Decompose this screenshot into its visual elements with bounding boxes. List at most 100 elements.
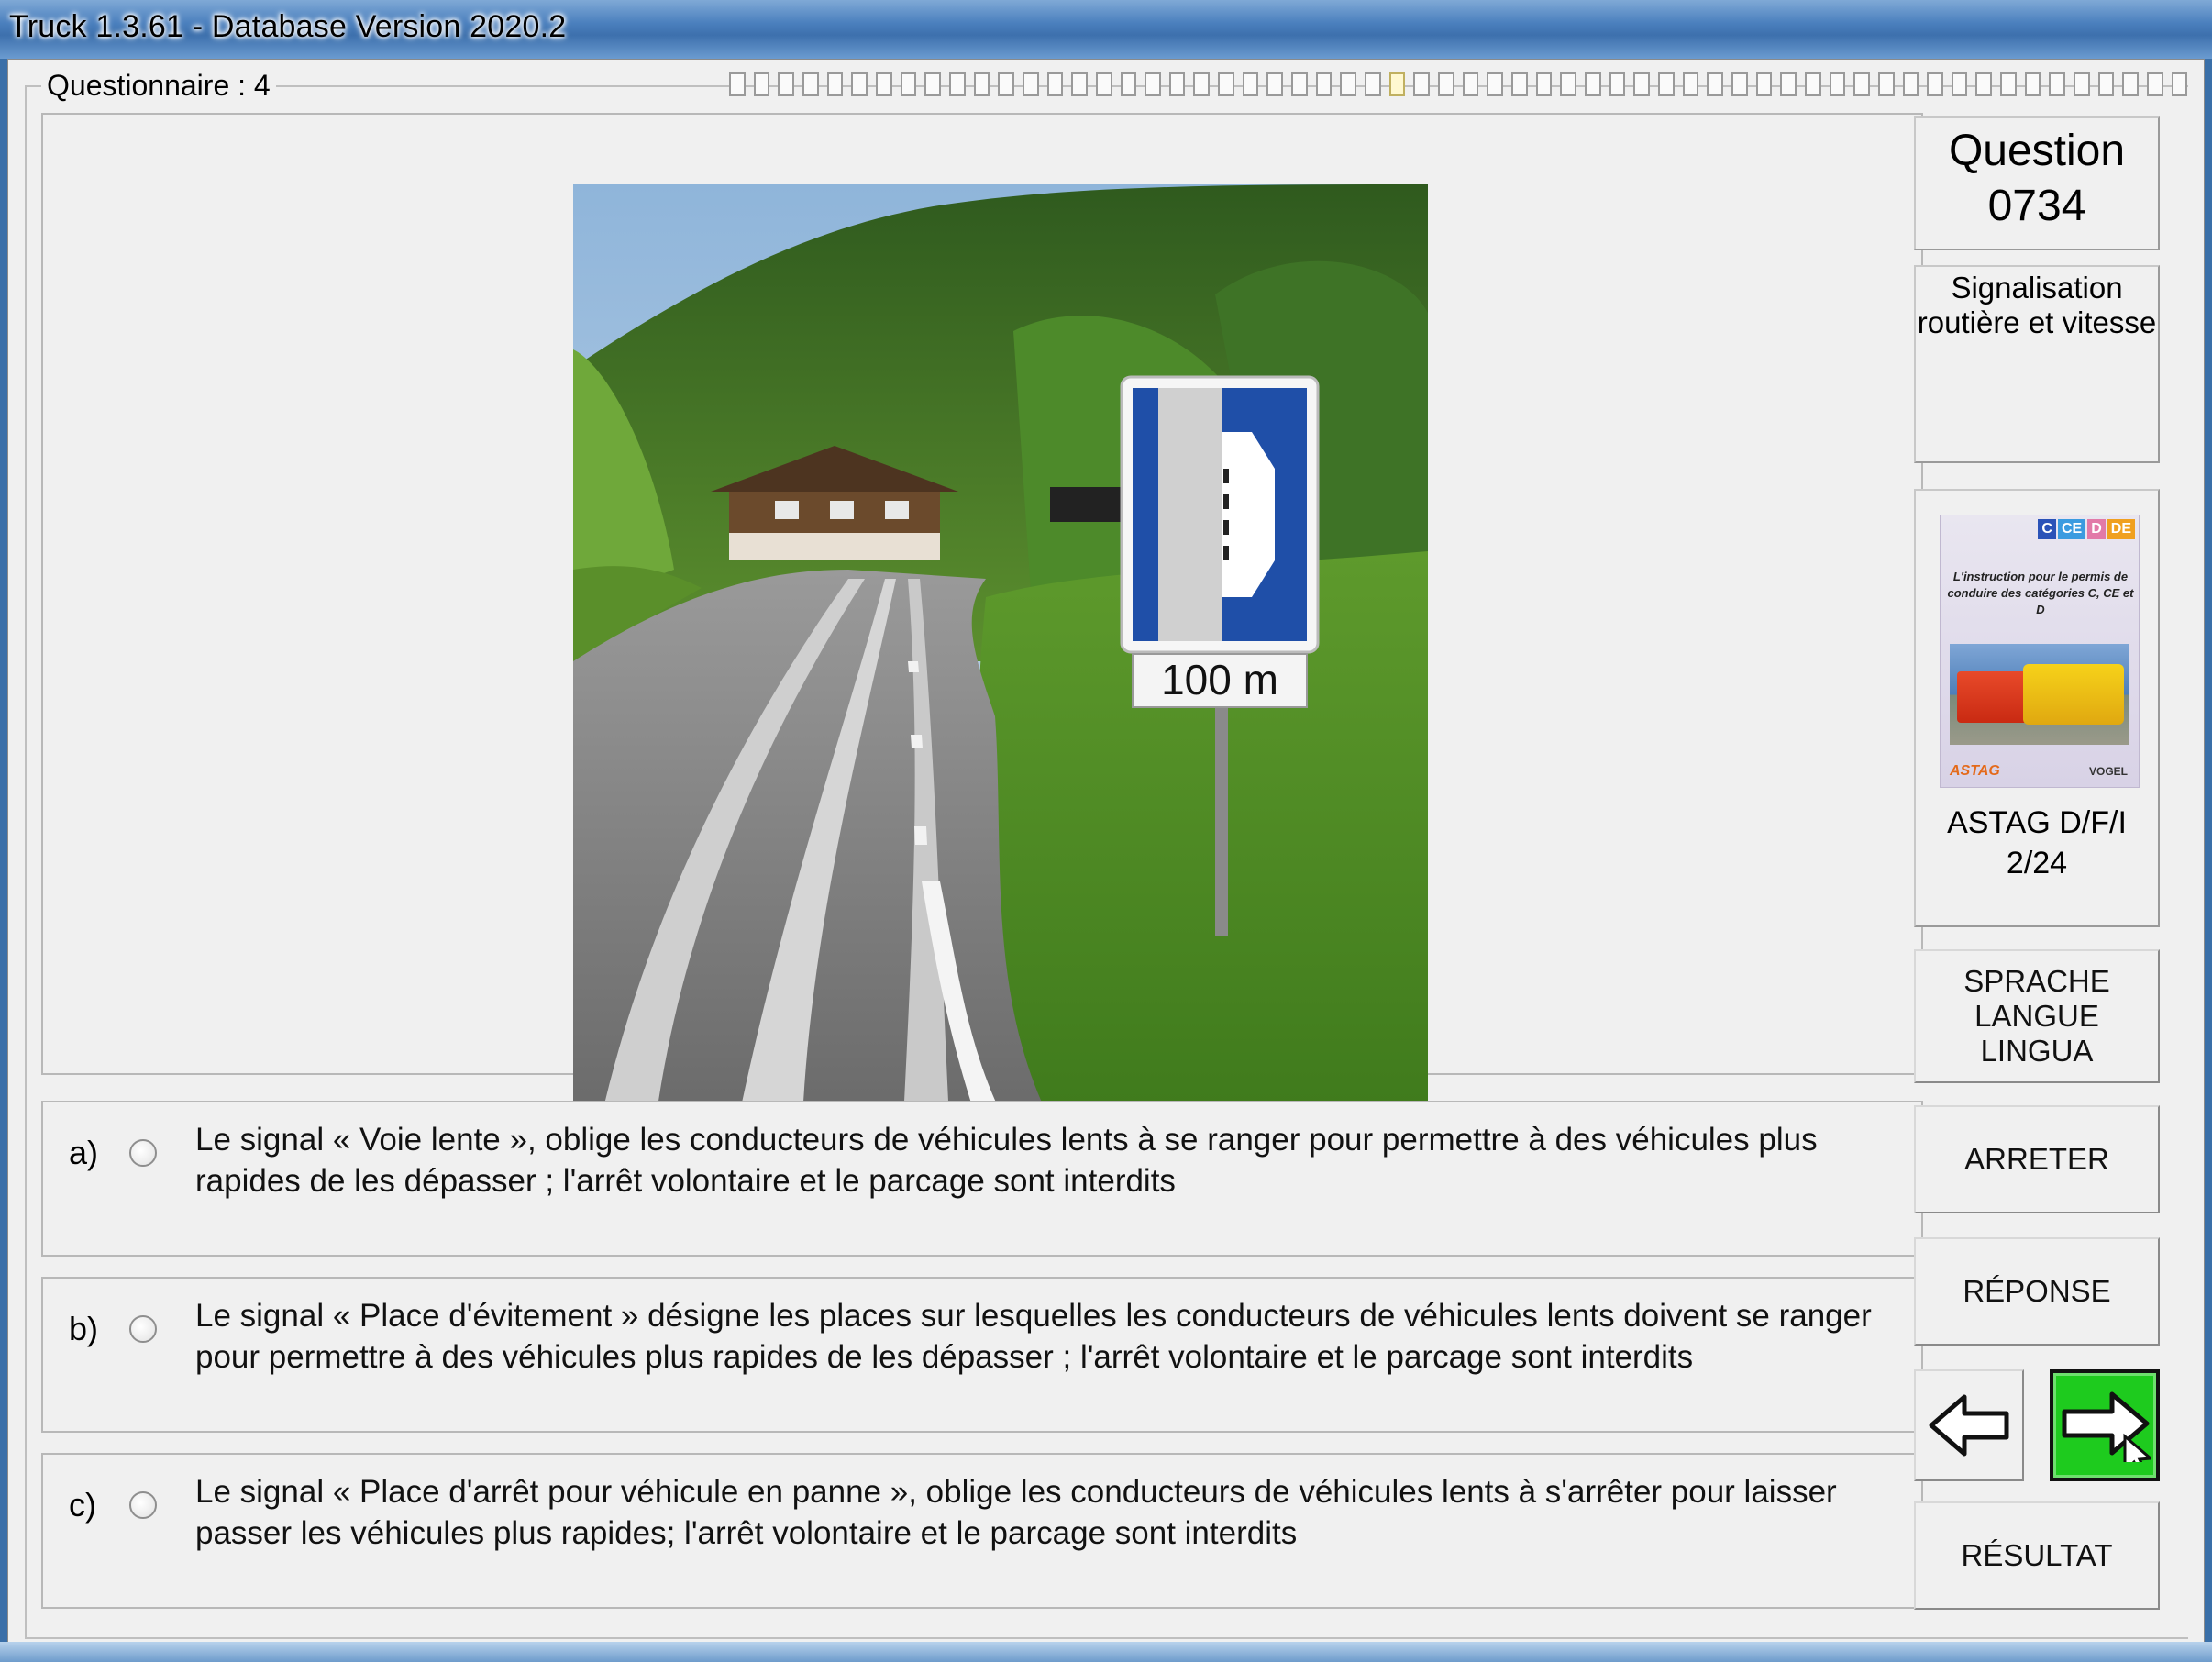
progress-cell [1340, 72, 1357, 96]
progress-cell [1242, 72, 1259, 96]
progress-cell [753, 72, 770, 96]
progress-cell [2049, 72, 2066, 96]
progress-cell [1095, 72, 1112, 96]
book-category-tags: C CE D DE [2038, 519, 2135, 539]
progress-cell [1413, 72, 1431, 96]
questionnaire-label: Questionnaire : 4 [41, 69, 276, 103]
progress-cell [1951, 72, 1968, 96]
progress-cell [1193, 72, 1211, 96]
arrow-left-icon [1929, 1394, 2009, 1457]
image-panel: 100 m [41, 113, 1923, 1120]
window-title: Truck 1.3.61 - Database Version 2020.2 [9, 9, 567, 44]
progress-cell [948, 72, 966, 96]
progress-cell [729, 72, 746, 96]
stop-button[interactable]: ARRETER [1914, 1105, 2160, 1213]
previous-button[interactable] [1914, 1369, 2024, 1481]
book-caption-line2: 2/24 [2006, 846, 2068, 881]
answer-button[interactable]: RÉPONSE [1914, 1237, 2160, 1346]
language-label-it: LINGUA [1980, 1034, 2094, 1068]
language-button[interactable]: SPRACHE LANGUE LINGUA [1914, 949, 2160, 1083]
taskbar-edge [0, 1642, 2212, 1662]
language-label-fr: LANGUE [1974, 999, 2099, 1033]
question-photo: 100 m [573, 184, 1428, 1120]
progress-cell [875, 72, 892, 96]
progress-cell [1707, 72, 1723, 96]
progress-cell [1877, 72, 1895, 96]
question-number-box: Question 0734 [1914, 116, 2160, 250]
mouse-cursor-icon [2123, 1433, 2151, 1462]
category-line1: Signalisation [1951, 271, 2123, 305]
answer-b-radio[interactable] [129, 1315, 157, 1343]
language-label-de: SPRACHE [1963, 964, 2110, 998]
book-caption-line1: ASTAG D/F/I [1947, 805, 2127, 840]
progress-cell [2000, 72, 2017, 96]
book-caption: ASTAG D/F/I 2/24 [1916, 803, 2158, 883]
progress-cell [1168, 72, 1186, 96]
book-cover-text: L'instruction pour le permis de conduire… [1947, 570, 2134, 616]
progress-cell [1487, 72, 1503, 96]
category-line2: routière et vitesse [1917, 305, 2157, 339]
answer-c-letter: c) [69, 1486, 96, 1524]
answer-c-radio[interactable] [129, 1491, 157, 1519]
sign-distance-label: 100 m [1161, 656, 1278, 704]
progress-cell [1315, 72, 1333, 96]
question-progress-bar [729, 72, 2195, 96]
progress-cell [851, 72, 868, 96]
progress-cell [1046, 72, 1064, 96]
progress-cell [1584, 72, 1601, 96]
astag-logo: ASTAG [1950, 763, 2000, 779]
answer-b-letter: b) [69, 1310, 99, 1347]
book-cover-image: C CE D DE L'instruction pour le permis d… [1940, 515, 2140, 788]
progress-cell [2097, 72, 2115, 96]
arrow-right-icon [2062, 1391, 2151, 1462]
progress-cell [1560, 72, 1576, 96]
progress-cell [1511, 72, 1528, 96]
book-tag: DE [2107, 519, 2135, 539]
progress-cell [1266, 72, 1284, 96]
answer-b-text: Le signal « Place d'évitement » désigne … [195, 1298, 1872, 1375]
reference-book-panel: C CE D DE L'instruction pour le permis d… [1914, 489, 2160, 927]
progress-cell [924, 72, 941, 96]
progress-cell [2074, 72, 2090, 96]
book-tag: C [2038, 519, 2056, 539]
progress-cell [2024, 72, 2041, 96]
question-heading: Question [1948, 127, 2126, 175]
progress-cell [1927, 72, 1943, 96]
progress-cell [1975, 72, 1993, 96]
progress-cell [1829, 72, 1846, 96]
progress-cell [1804, 72, 1821, 96]
progress-cell [2122, 72, 2140, 96]
vogel-logo: VOGEL [2088, 765, 2128, 778]
category-box: Signalisation routière et vitesse [1914, 265, 2160, 463]
progress-cell [1902, 72, 1919, 96]
progress-cell [900, 72, 917, 96]
book-tag: D [2087, 519, 2106, 539]
progress-cell [1853, 72, 1870, 96]
answer-a-letter: a) [69, 1134, 99, 1171]
next-button[interactable] [2050, 1369, 2160, 1481]
answer-a[interactable]: a) Le signal « Voie lente », oblige les … [41, 1101, 1923, 1257]
answer-c-text: Le signal « Place d'arrêt pour véhicule … [195, 1474, 1837, 1551]
progress-cell [1071, 72, 1088, 96]
progress-cell [1145, 72, 1161, 96]
progress-cell [1535, 72, 1553, 96]
result-button[interactable]: RÉSULTAT [1914, 1501, 2160, 1610]
answer-b[interactable]: b) Le signal « Place d'évitement » désig… [41, 1277, 1923, 1433]
progress-cell [1022, 72, 1039, 96]
progress-cell [826, 72, 844, 96]
app-window: Questionnaire : 4 100 m a) Le signal « V… [7, 59, 2205, 1655]
progress-cell [1657, 72, 1675, 96]
progress-cell [1780, 72, 1797, 96]
progress-cell [973, 72, 990, 96]
title-bar: Truck 1.3.61 - Database Version 2020.2 [0, 0, 2212, 59]
progress-cell [1755, 72, 1773, 96]
answer-c[interactable]: c) Le signal « Place d'arrêt pour véhicu… [41, 1453, 1923, 1609]
progress-cell [1682, 72, 1699, 96]
progress-cell [802, 72, 819, 96]
book-tag: CE [2057, 519, 2086, 539]
progress-cell [2147, 72, 2163, 96]
answer-a-radio[interactable] [129, 1139, 157, 1167]
book-cover-vehicles [1950, 644, 2129, 745]
progress-cell [998, 72, 1014, 96]
progress-cell [1438, 72, 1454, 96]
